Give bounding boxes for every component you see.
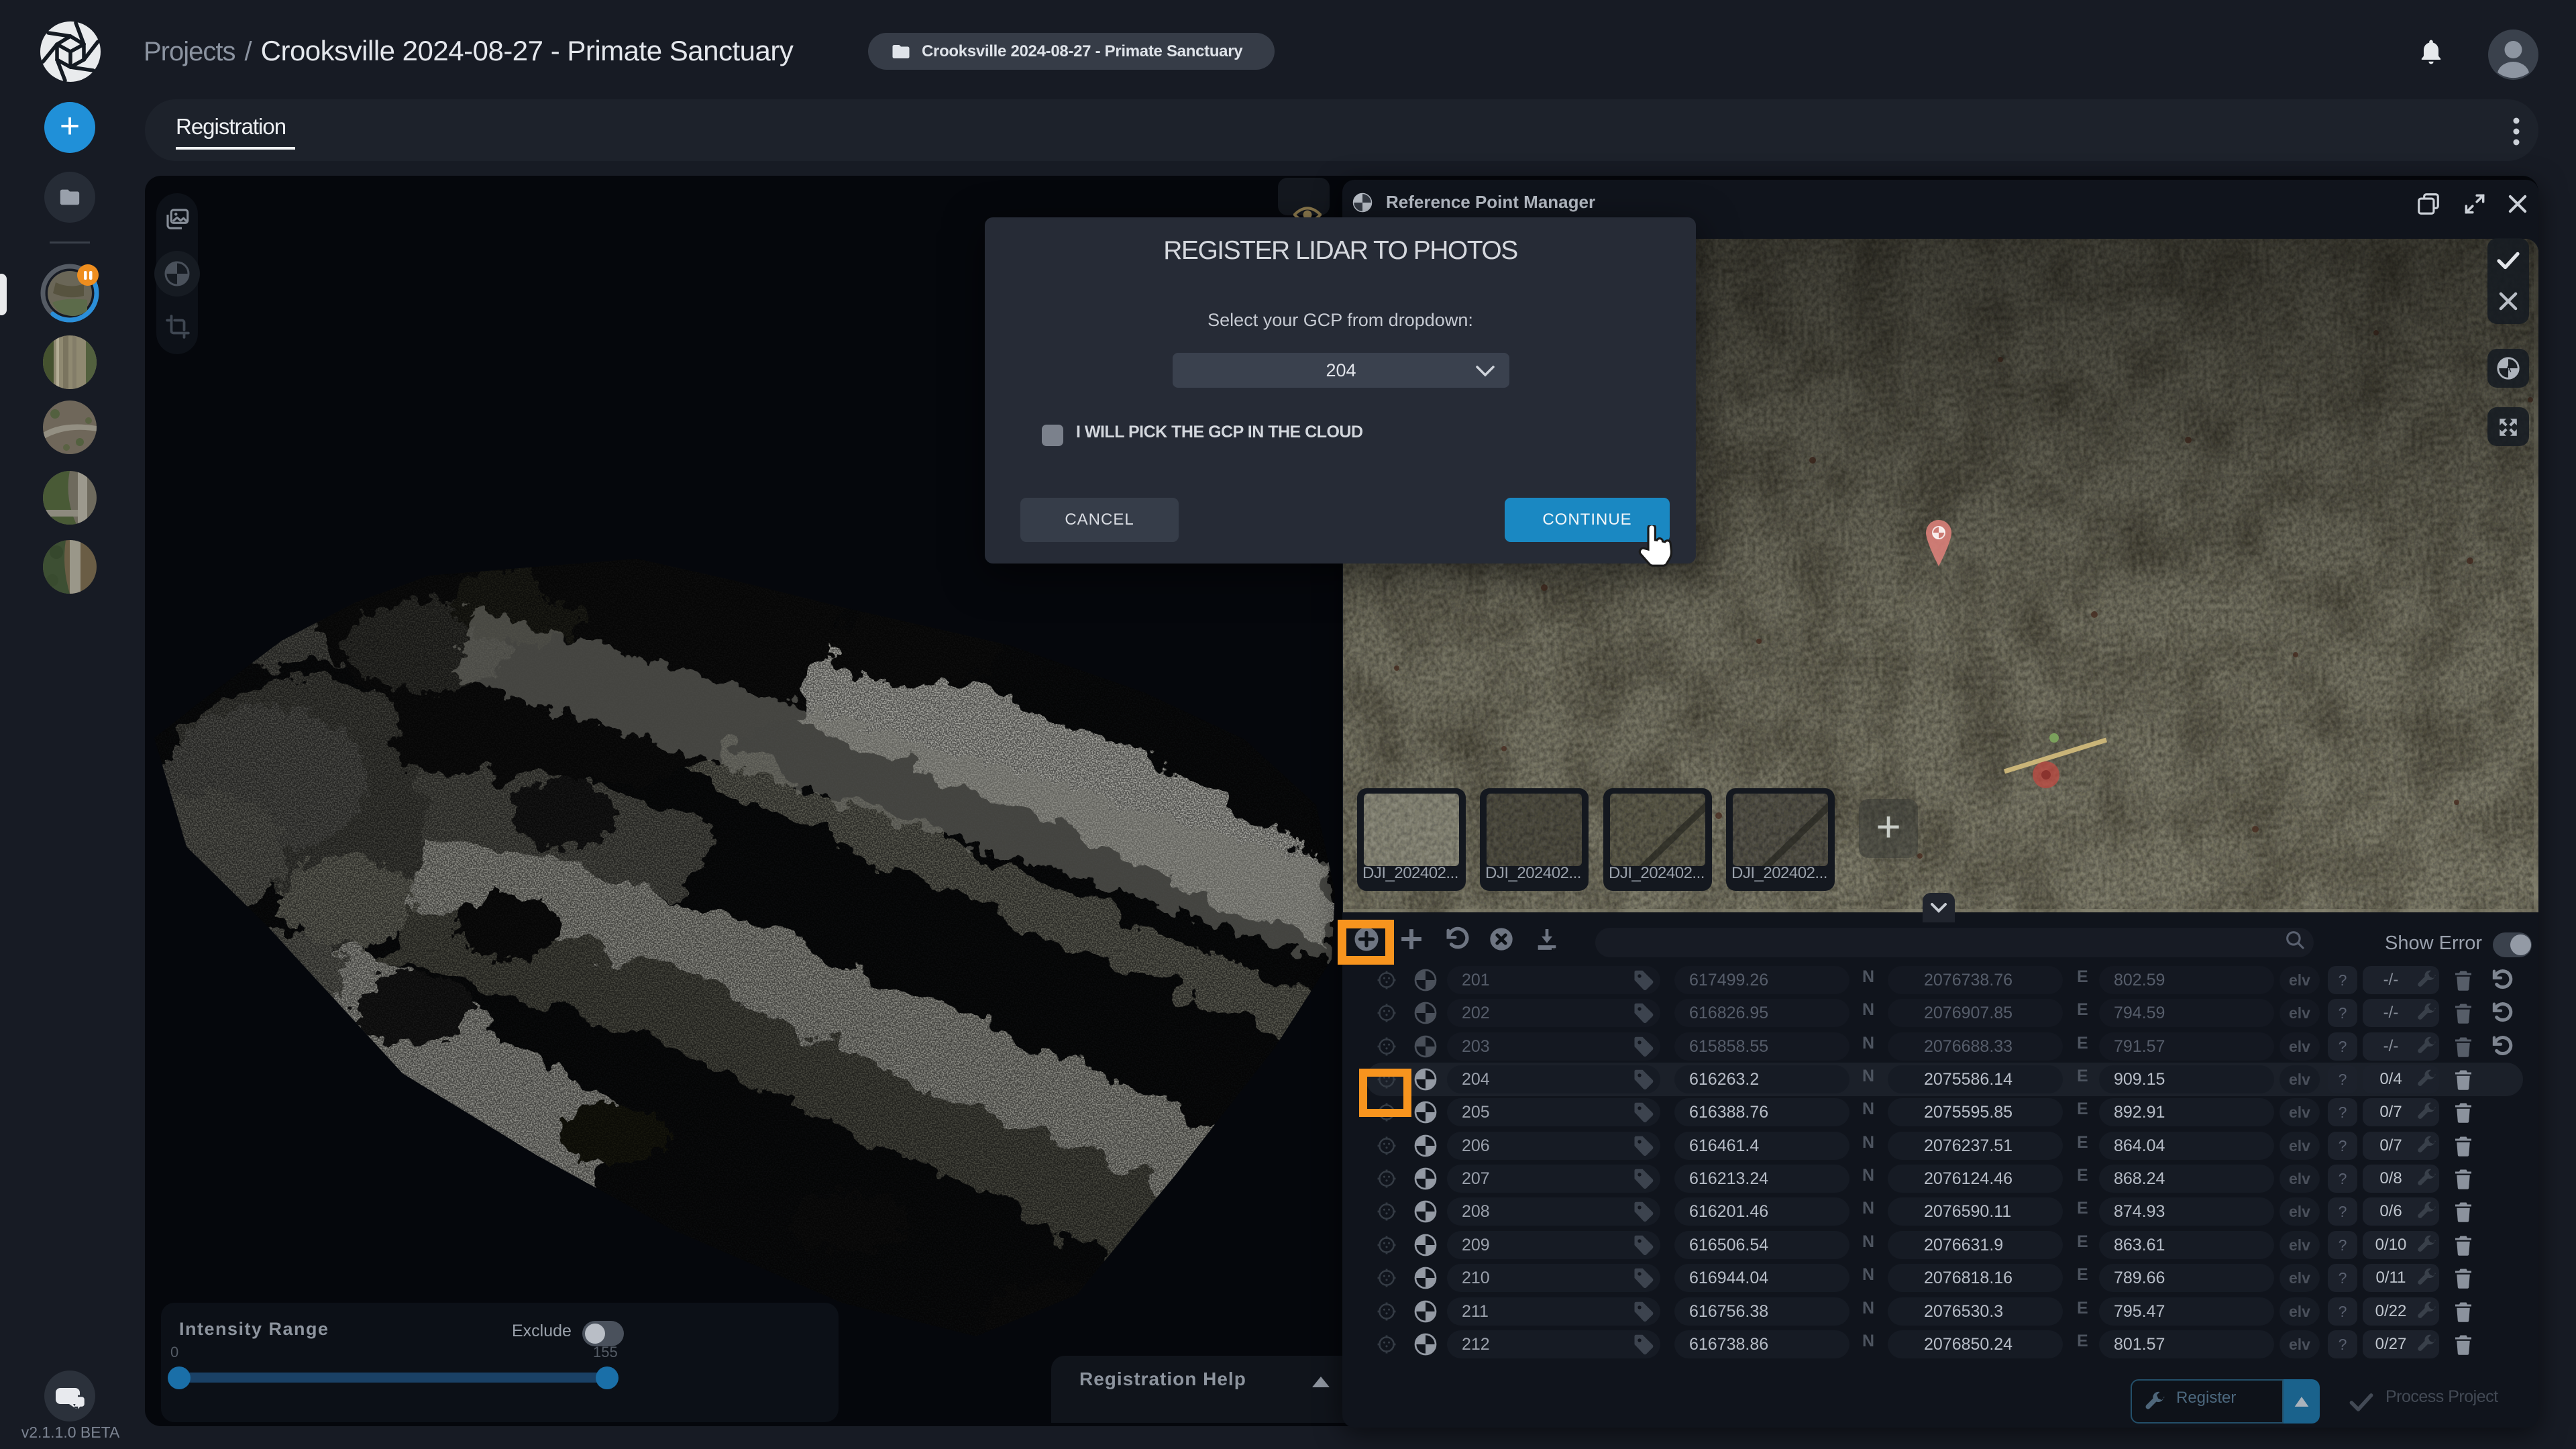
svg-text:A: A	[2506, 364, 2512, 374]
